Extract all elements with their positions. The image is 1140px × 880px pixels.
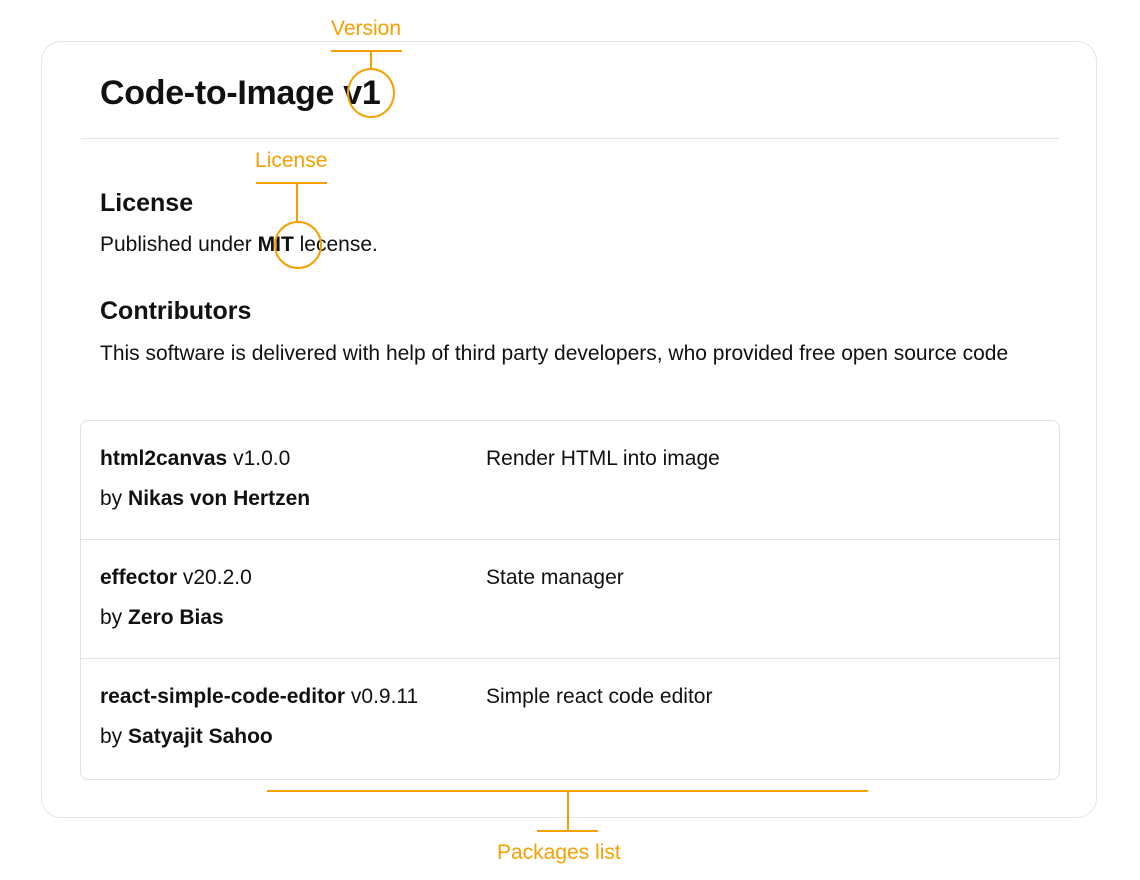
annotation-packages-connector (567, 791, 569, 831)
package-name: effector (100, 566, 178, 589)
package-author: Zero Bias (128, 606, 224, 629)
annotation-license-bracket (256, 182, 327, 184)
license-heading: License (100, 189, 194, 217)
annotation-version-circle (347, 68, 395, 118)
package-description: Render HTML into image (486, 447, 720, 470)
contributors-description: This software is delivered with help of … (100, 342, 1009, 365)
package-version: v0.9.11 (350, 685, 419, 708)
contributors-heading: Contributors (100, 297, 252, 325)
annotation-license-connector (296, 183, 298, 222)
package-version: v20.2.0 (182, 566, 252, 589)
package-description: Simple react code editor (486, 685, 713, 708)
license-text: Published under MIT lecense. (100, 231, 378, 259)
package-author: Nikas von Hertzen (128, 487, 311, 510)
packages-list: html2canvas v1.0.0 by Nikas von Hertzen … (80, 420, 1060, 780)
package-row: html2canvas v1.0.0 by Nikas von Hertzen … (81, 421, 1059, 540)
app-name: Code-to-Image (100, 74, 335, 112)
license-text-before: Published under (100, 233, 252, 256)
package-name: react-simple-code-editor (100, 685, 346, 708)
annotation-packages-tick (537, 830, 598, 832)
package-by: by (100, 725, 123, 748)
annotation-version-bracket (331, 50, 402, 52)
package-name: html2canvas (100, 447, 228, 470)
page-title: Code-to-Image v1 (100, 70, 381, 116)
package-version: v1.0.0 (233, 447, 291, 470)
package-row: effector v20.2.0 by Zero Bias State mana… (81, 540, 1059, 659)
package-row: react-simple-code-editor v0.9.11 by Saty… (81, 659, 1059, 779)
package-description: State manager (486, 566, 624, 589)
package-by: by (100, 606, 123, 629)
annotation-license-label: License (255, 149, 328, 172)
annotation-packages-label: Packages list (497, 841, 621, 864)
header-divider (81, 138, 1059, 139)
annotation-version-label: Version (331, 17, 402, 40)
package-by: by (100, 487, 123, 510)
annotation-license-circle (274, 221, 322, 269)
package-author: Satyajit Sahoo (128, 725, 273, 748)
